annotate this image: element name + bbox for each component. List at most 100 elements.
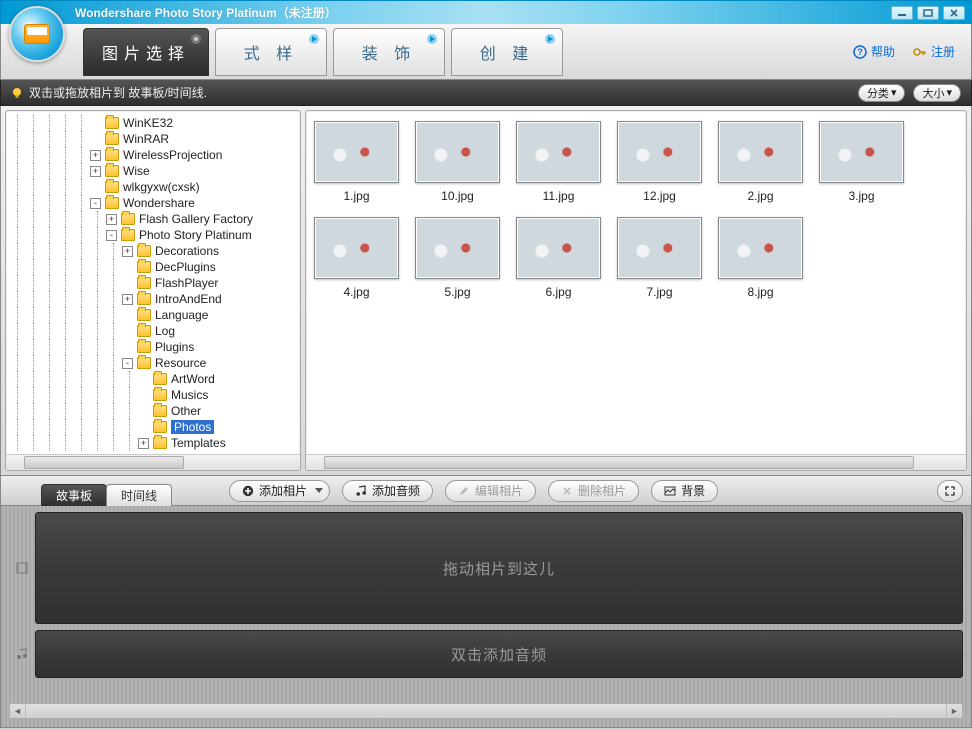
thumbnail-item[interactable]: 2.jpg — [718, 121, 803, 203]
step-arrow-icon — [544, 33, 556, 45]
minimize-button[interactable] — [891, 6, 913, 20]
tree-node[interactable]: Musics — [10, 387, 300, 403]
folder-icon — [137, 245, 151, 257]
category-button[interactable]: 分类▾ — [858, 84, 906, 102]
scroll-left-icon[interactable]: ◄ — [10, 704, 26, 718]
size-button[interactable]: 大小▾ — [913, 84, 961, 102]
collapse-icon[interactable]: - — [106, 230, 117, 241]
step-tab-style[interactable]: 式 样 — [215, 28, 327, 76]
tree-spacer — [122, 326, 133, 337]
trash-icon — [561, 485, 573, 497]
tree-node[interactable]: WinKE32 — [10, 115, 300, 131]
delete-photo-button[interactable]: 删除相片 — [548, 480, 639, 502]
thumbnail-item[interactable]: 3.jpg — [819, 121, 904, 203]
tree-spacer — [90, 134, 101, 145]
tree-node[interactable]: FlashPlayer — [10, 275, 300, 291]
tree-node-label: WinKE32 — [123, 116, 173, 130]
folder-icon — [121, 213, 135, 225]
tree-node[interactable]: + Flash Gallery Factory — [10, 211, 300, 227]
tree-node[interactable]: Other — [10, 403, 300, 419]
thumbnail-item[interactable]: 1.jpg — [314, 121, 399, 203]
help-link[interactable]: ? 帮助 — [853, 43, 895, 60]
tree-node-label: Language — [155, 308, 208, 322]
tree-spacer — [138, 374, 149, 385]
folder-icon — [137, 261, 151, 273]
key-icon — [913, 45, 927, 59]
tree-node-label: Flash Gallery Factory — [139, 212, 253, 226]
tree-spacer — [122, 342, 133, 353]
chevron-down-icon: ▾ — [891, 86, 897, 99]
thumbnail-grid[interactable]: 1.jpg10.jpg11.jpg12.jpg2.jpg 3.jpg 4.jpg 5.… — [306, 111, 966, 454]
tree-node[interactable]: +Decorations — [10, 243, 300, 259]
thumbnail-image — [314, 121, 399, 183]
video-track[interactable]: 拖动相片到这儿 — [35, 512, 963, 624]
tree-node[interactable]: Photos — [10, 419, 300, 435]
storyboard-h-scrollbar[interactable]: ◄ ► — [9, 703, 963, 719]
expand-icon[interactable]: + — [90, 150, 101, 161]
expand-icon[interactable]: + — [138, 438, 149, 449]
tree-node[interactable]: +WirelessProjection — [10, 147, 300, 163]
tree-node[interactable]: Plugins — [10, 339, 300, 355]
grid-h-scrollbar[interactable] — [306, 454, 966, 470]
thumbnail-caption: 4.jpg — [343, 285, 369, 299]
expand-icon[interactable]: + — [106, 214, 117, 225]
step-tab-create[interactable]: 创 建 — [451, 28, 563, 76]
tree-node[interactable]: -Wondershare — [10, 195, 300, 211]
tree-node[interactable]: +Templates — [10, 435, 300, 451]
add-audio-button[interactable]: 添加音频 — [342, 480, 433, 502]
thumbnail-item[interactable]: 4.jpg — [314, 217, 399, 299]
collapse-icon[interactable]: - — [90, 198, 101, 209]
thumbnail-item[interactable]: 11.jpg — [516, 121, 601, 203]
tree-node[interactable]: wlkgyxw(cxsk) — [10, 179, 300, 195]
svg-text:?: ? — [857, 47, 863, 57]
tree-node[interactable]: DecPlugins — [10, 259, 300, 275]
expand-icon[interactable]: + — [90, 166, 101, 177]
tree-spacer — [122, 278, 133, 289]
maximize-button[interactable] — [917, 6, 939, 20]
thumbnail-item[interactable]: 8.jpg — [718, 217, 803, 299]
add-photo-button[interactable]: 添加相片 — [229, 480, 330, 502]
thumbnail-item[interactable]: 7.jpg — [617, 217, 702, 299]
thumbnail-item[interactable]: 5.jpg — [415, 217, 500, 299]
thumbnail-item[interactable]: 6.jpg — [516, 217, 601, 299]
tree-node[interactable]: ArtWord — [10, 371, 300, 387]
expand-icon[interactable]: + — [122, 294, 133, 305]
expand-icon[interactable]: + — [122, 246, 133, 257]
film-icon — [15, 561, 29, 575]
thumbnail-caption: 8.jpg — [747, 285, 773, 299]
tree-node[interactable]: Language — [10, 307, 300, 323]
folder-tree[interactable]: WinKE32 WinRAR+WirelessProjection+Wisewlk… — [6, 111, 300, 454]
folder-icon — [105, 197, 119, 209]
register-link[interactable]: 注册 — [913, 43, 955, 60]
folder-tree-panel: WinKE32 WinRAR+WirelessProjection+Wisewlk… — [5, 110, 301, 471]
thumbnail-caption: 3.jpg — [848, 189, 874, 203]
edit-photo-button[interactable]: 编辑相片 — [445, 480, 536, 502]
step-tab-photos[interactable]: 图片选择 — [83, 28, 209, 76]
tree-node[interactable]: -Resource — [10, 355, 300, 371]
expand-button[interactable] — [937, 480, 963, 502]
tree-node[interactable]: Log — [10, 323, 300, 339]
tree-node[interactable]: -Photo Story Platinum — [10, 227, 300, 243]
collapse-icon[interactable]: - — [122, 358, 133, 369]
thumbnail-image — [819, 121, 904, 183]
thumbnail-item[interactable]: 12.jpg — [617, 121, 702, 203]
tab-timeline[interactable]: 时间线 — [106, 484, 172, 506]
tree-node[interactable]: +IntroAndEnd — [10, 291, 300, 307]
scroll-right-icon[interactable]: ► — [946, 704, 962, 718]
folder-icon — [137, 357, 151, 369]
tree-node[interactable]: WinRAR — [10, 131, 300, 147]
audio-track[interactable]: 双击添加音频 — [35, 630, 963, 678]
thumbnail-image — [718, 217, 803, 279]
background-button[interactable]: 背景 — [651, 480, 718, 502]
tree-node[interactable]: +Wise — [10, 163, 300, 179]
tab-storyboard[interactable]: 故事板 — [41, 484, 107, 506]
tree-h-scrollbar[interactable] — [6, 454, 300, 470]
close-button[interactable] — [943, 6, 965, 20]
tree-node-label: WinRAR — [123, 132, 169, 146]
thumbnail-image — [516, 217, 601, 279]
tree-node-label: DecPlugins — [155, 260, 216, 274]
step-tab-decorate[interactable]: 装 饰 — [333, 28, 445, 76]
thumbnail-image — [617, 121, 702, 183]
music-note-icon — [15, 647, 29, 661]
thumbnail-item[interactable]: 10.jpg — [415, 121, 500, 203]
